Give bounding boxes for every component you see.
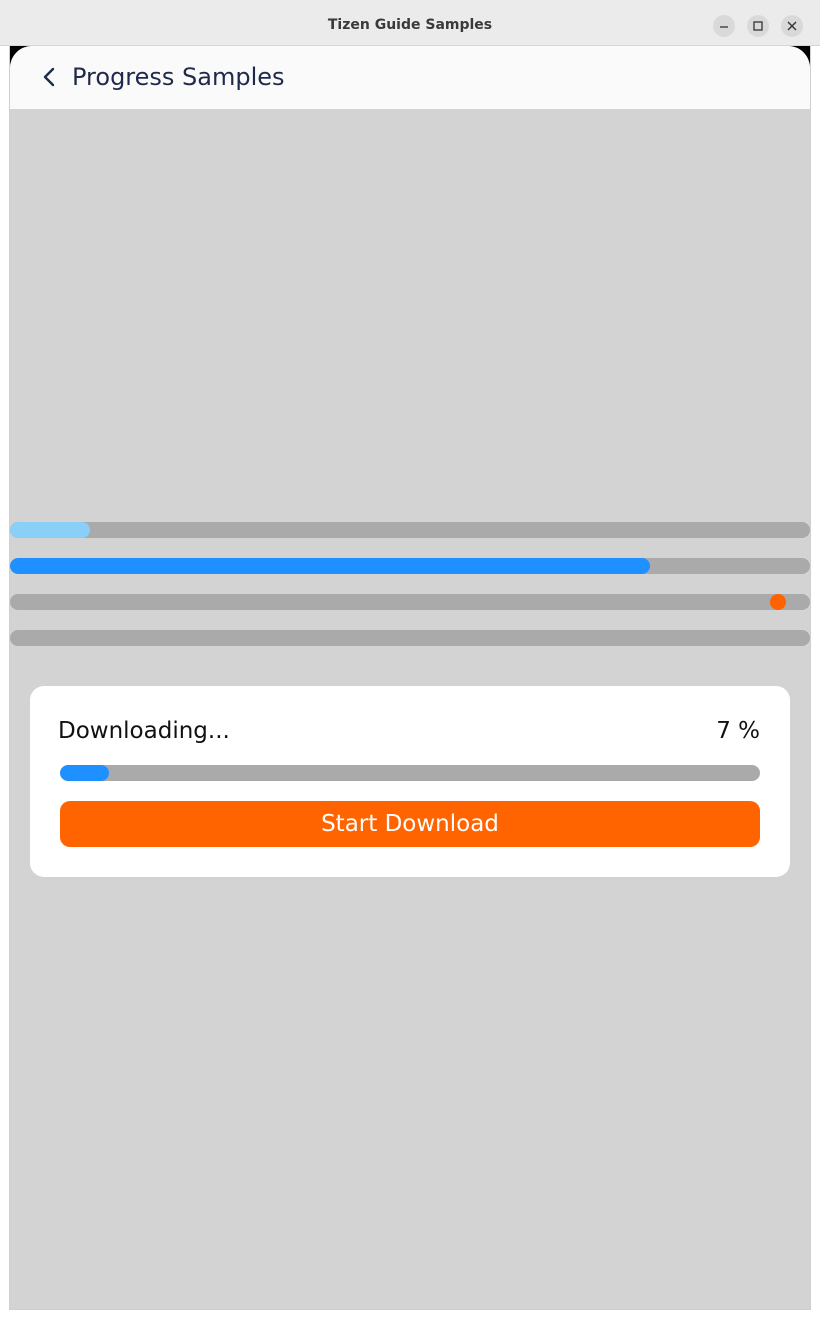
download-percent: 7 %: [716, 718, 760, 744]
window-border-bottom: [9, 1309, 811, 1310]
download-progress-bar: [60, 765, 760, 781]
start-download-button[interactable]: Start Download: [60, 801, 760, 847]
download-card: Downloading... 7 % Start Download: [30, 686, 790, 877]
window-titlebar[interactable]: Tizen Guide Samples: [0, 0, 820, 46]
minimize-button[interactable]: [713, 15, 735, 37]
window-border-right: [810, 46, 811, 1310]
window-border-left: [9, 46, 10, 1310]
window-title: Tizen Guide Samples: [327, 17, 493, 33]
indeterminate-progress-bar: [10, 594, 810, 610]
minimize-icon: [720, 26, 728, 28]
maximize-button[interactable]: [747, 15, 769, 37]
download-progress-fill: [60, 765, 109, 781]
maximize-icon: [753, 21, 763, 31]
app-bar: Progress Samples: [10, 46, 810, 109]
app-window: Tizen Guide Samples Progress Samples Dow…: [0, 0, 820, 1319]
indeterminate-progress-indicator: [770, 594, 786, 610]
determinate-progress-fill: [10, 558, 650, 574]
page-title: Progress Samples: [72, 63, 285, 91]
buffer-progress-bar: [10, 522, 810, 538]
chevron-left-icon: [43, 67, 55, 87]
app-content: Progress Samples Downloading... 7 % Star…: [10, 46, 810, 1309]
empty-progress-bar: [10, 630, 810, 646]
back-button[interactable]: [36, 63, 64, 91]
buffer-progress-fill: [10, 522, 90, 538]
download-status-label: Downloading...: [58, 718, 230, 744]
close-button[interactable]: [781, 15, 803, 37]
determinate-progress-bar: [10, 558, 810, 574]
close-icon: [787, 21, 797, 31]
